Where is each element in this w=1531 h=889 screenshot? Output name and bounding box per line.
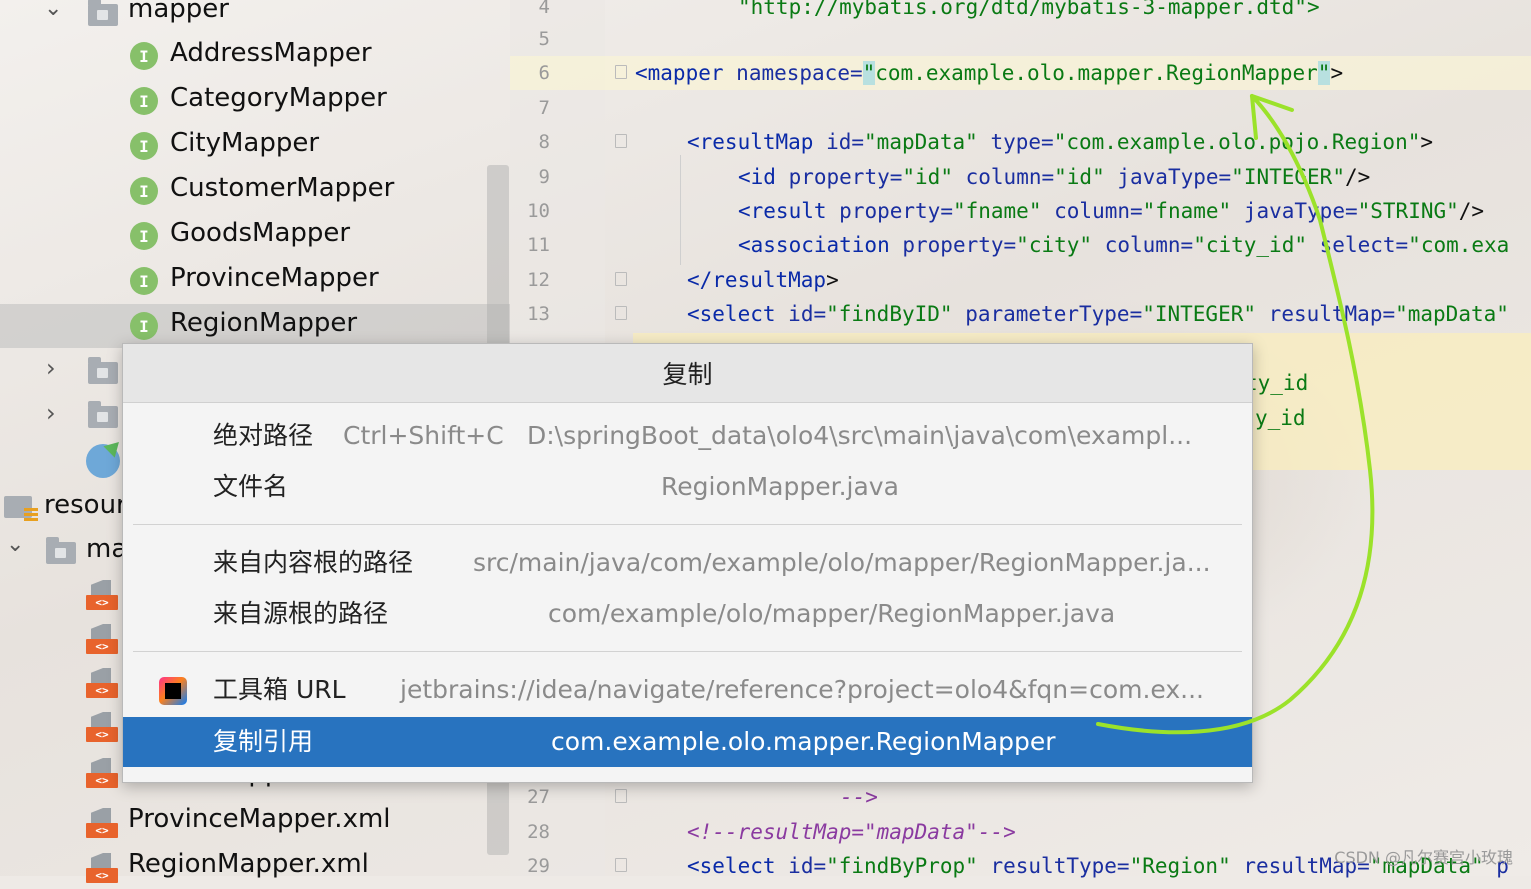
annotation-arrow (1096, 94, 1375, 735)
watermark: CSDN @凡尔赛宫小玫瑰 (1334, 848, 1513, 867)
